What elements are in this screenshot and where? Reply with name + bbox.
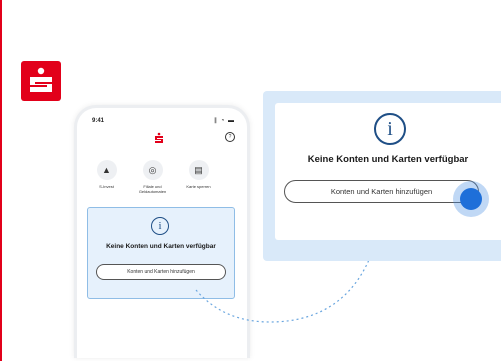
tap-indicator bbox=[460, 188, 482, 210]
add-accounts-button[interactable]: Konten und Karten hinzufügen bbox=[284, 180, 479, 203]
zoom-card: i Keine Konten und Karten verfügbar Kont… bbox=[275, 103, 501, 240]
info-icon: i bbox=[374, 113, 406, 145]
zoom-card-frame: i Keine Konten und Karten verfügbar Kont… bbox=[263, 91, 501, 261]
empty-title: Keine Konten und Karten verfügbar bbox=[307, 154, 469, 165]
